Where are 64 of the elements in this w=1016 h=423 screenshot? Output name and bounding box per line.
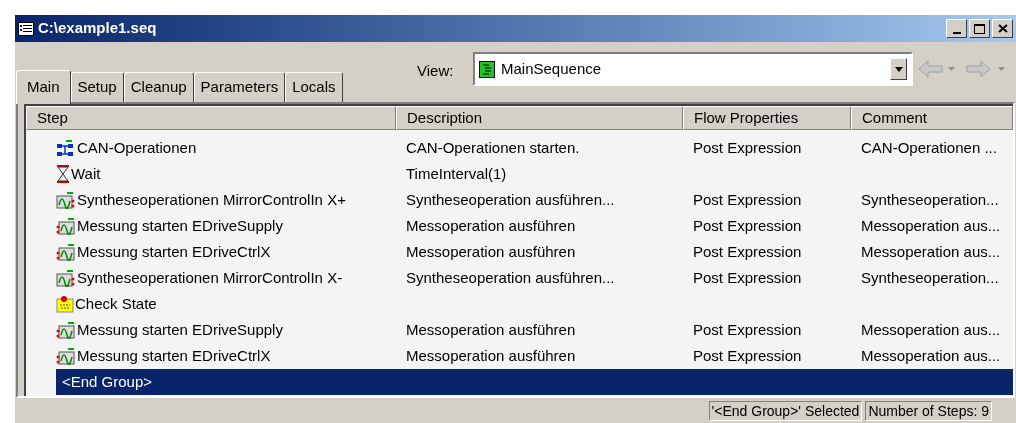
step-comment: Syntheseoperation... <box>861 191 999 208</box>
column-header[interactable]: Flow Properties <box>683 106 851 130</box>
step-comment: Messoperation aus... <box>861 347 1001 364</box>
step-comment: Messoperation aus... <box>861 321 1001 338</box>
step-description: Messoperation ausführen <box>406 243 576 260</box>
flow-properties: Post Expression <box>693 139 802 156</box>
status-selection: '<End Group>' Selected <box>708 400 863 421</box>
step-description: Syntheseoperation ausführen... <box>406 191 615 208</box>
sequence-icon <box>479 60 495 78</box>
step-name: Messung starten EDriveSupply <box>77 215 283 236</box>
waveform-icon <box>56 269 76 287</box>
dropdown-button[interactable] <box>890 58 907 80</box>
waveform-icon <box>56 191 76 209</box>
waveform-icon <box>56 243 76 261</box>
waveform-icon <box>56 217 76 235</box>
step-description: Messoperation ausführen <box>406 347 576 364</box>
step-name: <End Group> <box>62 371 153 392</box>
close-icon <box>997 24 1008 33</box>
step-name: Messung starten EDriveCtrlX <box>77 345 271 366</box>
network-icon <box>56 139 76 157</box>
step-comment: CAN-Operationen ... <box>861 139 997 156</box>
maximize-button[interactable] <box>969 19 990 38</box>
step-comment: Messoperation aus... <box>861 243 1001 260</box>
column-header[interactable]: Description <box>396 106 683 130</box>
status-step-count: Number of Steps: 9 <box>865 400 992 421</box>
tab[interactable]: Locals <box>285 72 343 102</box>
step-name: Messung starten EDriveSupply <box>77 319 283 340</box>
view-label: View: <box>417 61 454 81</box>
window-title: C:\example1.seq <box>38 18 157 39</box>
step-description: TimeInterval(1) <box>406 165 507 182</box>
flow-properties: Post Expression <box>693 269 802 286</box>
tab[interactable]: Parameters <box>193 72 286 102</box>
view-dropdown[interactable]: MainSequence <box>473 52 913 86</box>
step-name: CAN-Operationen <box>77 137 197 158</box>
waveform-icon <box>56 347 76 365</box>
flow-properties: Post Expression <box>693 191 802 208</box>
step-description: Messoperation ausführen <box>406 217 576 234</box>
step-comment: Syntheseoperation... <box>861 269 999 286</box>
warning-icon <box>56 295 74 313</box>
step-name: Messung starten EDriveCtrlX <box>77 241 271 262</box>
step-name: Syntheseoperationen MirrorControlIn X- <box>77 267 343 288</box>
step-name: Check State <box>75 293 157 314</box>
selected-row[interactable]: <End Group> <box>56 369 1013 395</box>
flow-properties: Post Expression <box>693 217 802 234</box>
step-description: Messoperation ausführen <box>406 321 576 338</box>
tab[interactable]: Main <box>16 70 71 104</box>
close-button[interactable] <box>992 19 1013 38</box>
step-name: Wait <box>71 163 101 184</box>
flow-properties: Post Expression <box>693 347 802 364</box>
caret-icon <box>894 66 903 72</box>
sequence-window-icon <box>18 21 34 36</box>
step-description: CAN-Operationen starten. <box>406 139 580 156</box>
step-name: Syntheseoperationen MirrorControlIn X+ <box>77 189 346 210</box>
hourglass-icon <box>56 165 70 183</box>
tab[interactable]: Setup <box>70 72 124 102</box>
step-comment: Messoperation aus... <box>861 217 1001 234</box>
flow-properties: Post Expression <box>693 243 802 260</box>
column-header[interactable]: Step <box>26 106 396 130</box>
minimize-button[interactable] <box>946 19 967 38</box>
step-description: Syntheseoperation ausführen... <box>406 269 615 286</box>
waveform-icon <box>56 321 76 339</box>
column-header[interactable]: Comment <box>851 106 1013 130</box>
tab[interactable]: Cleanup <box>123 72 194 102</box>
flow-properties: Post Expression <box>693 321 802 338</box>
